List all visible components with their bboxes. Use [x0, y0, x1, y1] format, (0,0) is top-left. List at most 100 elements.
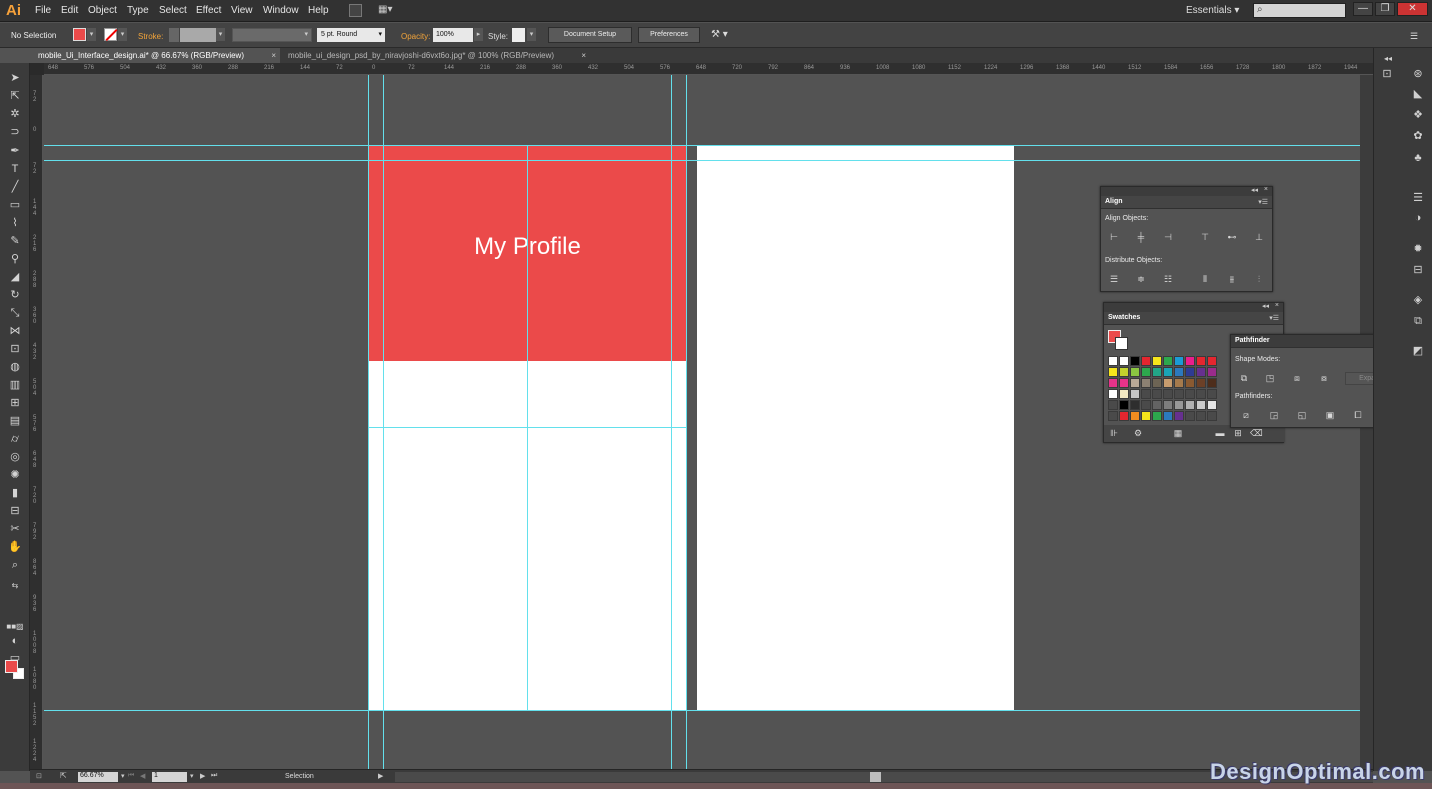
layers-panel-icon[interactable]: ◈ [1409, 292, 1427, 308]
color-swatch[interactable] [1152, 400, 1162, 410]
guide-vertical[interactable] [686, 75, 687, 769]
transparency-panel-icon[interactable]: ✹ [1409, 241, 1427, 257]
close-icon[interactable]: × [1264, 186, 1268, 193]
stroke-weight-stepper[interactable] [169, 28, 179, 42]
color-swatch[interactable] [1163, 356, 1173, 366]
color-swatch[interactable] [1130, 400, 1140, 410]
color-swatch[interactable] [1174, 400, 1184, 410]
color-swatch[interactable] [1152, 356, 1162, 366]
color-swatch[interactable] [1196, 389, 1206, 399]
color-swatch[interactable] [1141, 389, 1151, 399]
color-swatch[interactable] [1174, 411, 1184, 421]
links-panel-icon[interactable]: ⧉ [1409, 313, 1427, 329]
eyedropper-tool-icon[interactable]: ⌭ [5, 431, 25, 448]
color-swatch[interactable] [1207, 400, 1217, 410]
artboard-nav-icon[interactable]: ⊡ [36, 772, 42, 780]
next-artboard-icon[interactable]: ▶ [200, 772, 205, 780]
color-swatch[interactable] [1108, 389, 1118, 399]
menu-object[interactable]: Object [88, 5, 117, 16]
fill-color-swatch[interactable] [73, 28, 86, 41]
color-swatch[interactable] [1108, 356, 1118, 366]
guide-horizontal[interactable] [44, 160, 1360, 161]
color-swatch[interactable] [1152, 378, 1162, 388]
artboard-dropdown-icon[interactable]: ▾ [190, 772, 194, 780]
intersect-icon[interactable]: ⧈ [1291, 372, 1303, 384]
distribute-right-icon[interactable]: ⫶ [1253, 273, 1265, 285]
color-swatch[interactable] [1141, 400, 1151, 410]
align-hcenter-icon[interactable]: ╪ [1135, 231, 1147, 243]
document-setup-button[interactable]: Document Setup [548, 27, 632, 43]
stroke-dropdown-icon[interactable]: ▾ [118, 28, 127, 41]
color-swatch[interactable] [1163, 411, 1173, 421]
color-swatch[interactable] [1119, 356, 1129, 366]
align-vcenter-icon[interactable]: ⊷ [1226, 231, 1238, 243]
blob-brush-tool-icon[interactable]: ⚲ [5, 251, 25, 268]
graphic-styles-icon[interactable]: ✿ [1409, 128, 1427, 144]
distribute-hcenter-icon[interactable]: ⫵ [1226, 273, 1238, 285]
guide-horizontal[interactable] [44, 145, 1360, 146]
color-swatch[interactable] [1196, 400, 1206, 410]
type-tool-icon[interactable]: T [5, 161, 25, 178]
color-swatch[interactable] [1163, 378, 1173, 388]
export-icon[interactable]: ⇱ [60, 771, 67, 780]
menu-window[interactable]: Window [263, 5, 299, 16]
slice-tool-icon[interactable]: ✂ [5, 521, 25, 538]
color-swatch[interactable] [1141, 356, 1151, 366]
rotate-tool-icon[interactable]: ↻ [5, 287, 25, 304]
pathfinder-panel-icon[interactable]: ◩ [1409, 343, 1427, 359]
previous-artboard-icon[interactable]: ◀ [140, 772, 145, 780]
panel-menu-icon[interactable]: ☰ [1410, 31, 1418, 42]
transform-panel-icon[interactable]: ⊟ [1409, 262, 1427, 278]
color-swatch[interactable] [1207, 367, 1217, 377]
mesh-tool-icon[interactable]: ⊞ [5, 395, 25, 412]
rectangle-tool-icon[interactable]: ▭ [5, 197, 25, 214]
delete-swatch-icon[interactable]: ⌫ [1250, 427, 1263, 439]
color-swatch[interactable] [1163, 389, 1173, 399]
new-color-group-icon[interactable]: ▬ [1214, 427, 1226, 439]
stroke-panel-icon[interactable]: ☰ [1409, 190, 1427, 206]
club-icon[interactable]: ♣ [1409, 150, 1427, 166]
color-swatch[interactable] [1119, 400, 1129, 410]
crop-icon[interactable]: ▣ [1324, 409, 1336, 421]
color-swatch[interactable] [1207, 356, 1217, 366]
pen-tool-icon[interactable]: ✒ [5, 143, 25, 160]
color-swatch[interactable] [1196, 367, 1206, 377]
color-swatch[interactable] [1108, 367, 1118, 377]
color-swatch[interactable] [1141, 411, 1151, 421]
collapse-icon[interactable]: ◂◂ [1251, 186, 1258, 194]
color-swatch[interactable] [1185, 400, 1195, 410]
scale-tool-icon[interactable]: ⤡ [5, 305, 25, 322]
color-swatch[interactable] [1119, 411, 1129, 421]
collapse-icon[interactable]: ◂◂ [1379, 51, 1397, 67]
color-swatch[interactable] [1185, 378, 1195, 388]
symbols-panel-icon[interactable]: ❖ [1409, 107, 1427, 123]
color-swatch[interactable] [1108, 378, 1118, 388]
distribute-top-icon[interactable]: ☰ [1108, 273, 1120, 285]
pencil-tool-icon[interactable]: ✎ [5, 233, 25, 250]
menu-help[interactable]: Help [308, 5, 329, 16]
fill-dropdown-icon[interactable]: ▾ [87, 28, 96, 41]
pathfinder-tab[interactable]: Pathfinder [1235, 337, 1270, 344]
lasso-tool-icon[interactable]: ⊃ [5, 124, 25, 141]
paintbrush-tool-icon[interactable]: ⌇ [5, 215, 25, 232]
guide-vertical[interactable] [671, 75, 672, 769]
menu-type[interactable]: Type [127, 5, 149, 16]
color-swatch[interactable] [1130, 411, 1140, 421]
close-icon[interactable]: × [1275, 302, 1279, 309]
align-top-icon[interactable]: ⊤ [1199, 231, 1211, 243]
color-swatch[interactable] [1174, 378, 1184, 388]
guide-vertical[interactable] [527, 145, 528, 710]
color-swatch[interactable] [1152, 389, 1162, 399]
color-swatch[interactable] [1207, 378, 1217, 388]
close-button[interactable]: ✕ [1397, 2, 1428, 16]
color-swatch[interactable] [1108, 411, 1118, 421]
color-swatch[interactable] [1196, 411, 1206, 421]
blend-tool-icon[interactable]: ◎ [5, 449, 25, 466]
color-swatch[interactable] [1108, 400, 1118, 410]
color-swatch[interactable] [1174, 356, 1184, 366]
tab-active-document[interactable]: mobile_Ui_Interface_design.ai* @ 66.67% … [30, 48, 280, 63]
color-swatch[interactable] [1185, 367, 1195, 377]
panel-menu-icon[interactable]: ▾☰ [1269, 314, 1279, 322]
color-swatch[interactable] [1196, 356, 1206, 366]
stroke-color-swatch[interactable] [104, 28, 117, 41]
